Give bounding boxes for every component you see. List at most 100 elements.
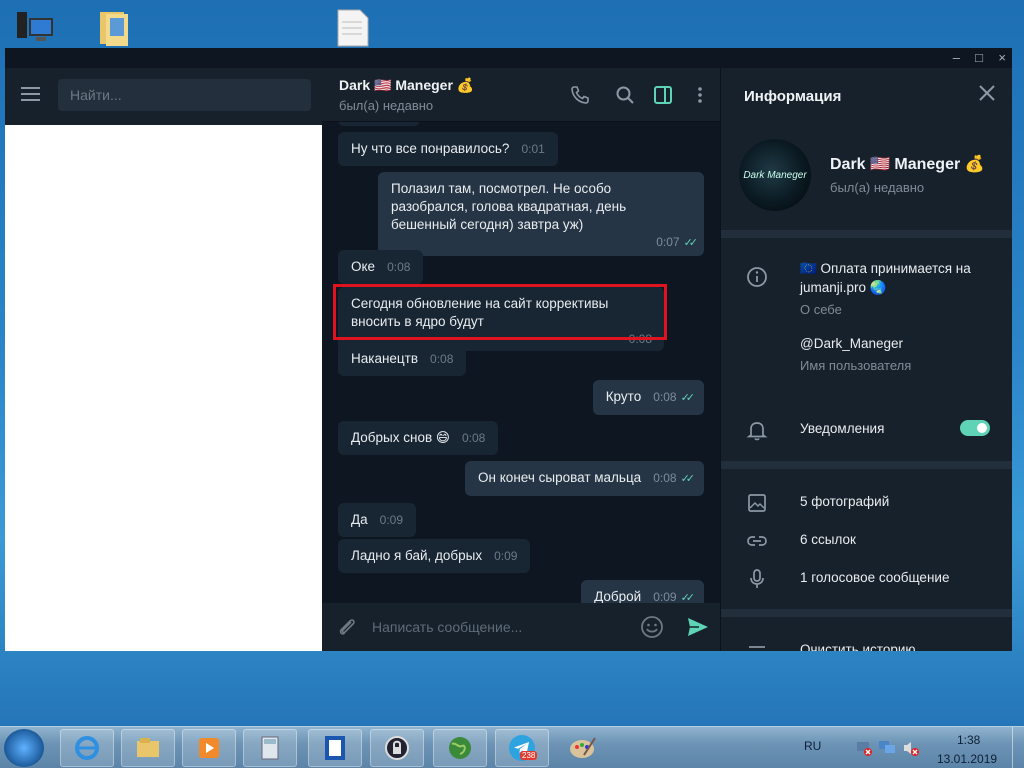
emoji-icon[interactable] bbox=[640, 615, 664, 639]
maximize-button[interactable]: □ bbox=[975, 50, 983, 66]
avatar[interactable]: Dark Maneger bbox=[739, 139, 811, 211]
info-icon bbox=[747, 267, 767, 287]
message-bubble[interactable]: Ладно я бай, добрых 0:09 bbox=[338, 539, 531, 573]
clock-time[interactable]: 1:38 bbox=[957, 733, 980, 747]
media-player-button[interactable] bbox=[182, 729, 236, 767]
notifications-toggle[interactable] bbox=[960, 420, 990, 436]
palette-icon bbox=[570, 737, 596, 758]
message-bubble[interactable]: Да 0:09 bbox=[338, 503, 417, 537]
language-indicator[interactable]: RU bbox=[804, 739, 821, 753]
message-bubble[interactable]: Полазил там, посмотрел. Не особо разобра… bbox=[378, 172, 704, 256]
read-check-icon: ✓✓ bbox=[680, 392, 696, 404]
chat-title[interactable]: Dark 🇺🇸 Maneger 💰 bbox=[339, 77, 474, 94]
message-text: Добрых снов 😄 bbox=[351, 430, 450, 445]
close-icon[interactable] bbox=[978, 84, 996, 102]
app-button-3[interactable] bbox=[433, 729, 487, 767]
microphone-icon bbox=[750, 569, 764, 588]
message-input[interactable] bbox=[372, 615, 622, 639]
photo-icon bbox=[748, 494, 766, 512]
internet-explorer-icon bbox=[75, 736, 99, 760]
calculator-button[interactable] bbox=[243, 729, 297, 767]
message-time: 0:08 bbox=[653, 390, 677, 404]
chat-list bbox=[5, 125, 322, 651]
network-warning-icon[interactable] bbox=[855, 739, 873, 757]
message-text: Да bbox=[351, 512, 368, 527]
app-button-2[interactable] bbox=[370, 729, 424, 767]
message-text: Оке bbox=[351, 259, 376, 274]
message-time: 0:07 bbox=[656, 235, 680, 249]
voice-messages-link[interactable]: 1 голосовое сообщение bbox=[800, 570, 949, 585]
send-icon[interactable] bbox=[686, 615, 710, 639]
red-highlight-box bbox=[333, 284, 667, 340]
paint-app-button[interactable] bbox=[568, 733, 598, 763]
message-text: Ну что все понравилось? bbox=[351, 141, 510, 156]
message-list: Ну что все понравилось? 0:01 Полазил там,… bbox=[322, 122, 720, 603]
message-time: 0:09 bbox=[494, 549, 518, 563]
search-icon[interactable] bbox=[615, 85, 635, 105]
message-text: Ладно я бай, добрых bbox=[351, 548, 483, 563]
clock-date[interactable]: 13.01.2019 bbox=[937, 752, 997, 766]
message-bubble[interactable]: Круто 0:08 ✓✓ bbox=[592, 380, 704, 415]
display-icon[interactable] bbox=[878, 739, 896, 757]
menu-icon[interactable] bbox=[21, 87, 40, 102]
links-link[interactable]: 6 ссылок bbox=[800, 532, 856, 547]
computer-icon[interactable] bbox=[14, 8, 54, 48]
message-time: 0:08 bbox=[430, 352, 454, 366]
chat-list-panel bbox=[5, 68, 322, 651]
app-button-1[interactable] bbox=[308, 729, 362, 767]
profile-name: Dark 🇺🇸 Maneger 💰 bbox=[830, 156, 985, 173]
bio-text-line1: 🇪🇺 Оплата принимается на bbox=[800, 261, 971, 276]
read-check-icon: ✓✓ bbox=[680, 473, 696, 485]
message-text: Круто bbox=[605, 389, 642, 404]
folder-icon[interactable] bbox=[94, 8, 134, 48]
message-bubble[interactable]: Доброй 0:09 ✓✓ bbox=[581, 580, 704, 603]
text-file-icon[interactable] bbox=[332, 8, 372, 48]
globe-icon bbox=[449, 737, 471, 759]
info-header: Информация bbox=[721, 68, 1012, 124]
message-text: Он конеч сыроват мальца bbox=[478, 470, 642, 485]
close-window-button[interactable]: × bbox=[998, 50, 1006, 66]
read-check-icon: ✓✓ bbox=[683, 237, 699, 249]
minimize-button[interactable]: – bbox=[953, 50, 960, 66]
section-divider bbox=[721, 230, 1012, 238]
message-composer bbox=[322, 603, 720, 651]
photos-link[interactable]: 5 фотографий bbox=[800, 494, 889, 509]
sidebar-toggle-icon[interactable] bbox=[653, 85, 673, 105]
left-panel-header bbox=[5, 68, 322, 125]
internet-explorer-button[interactable] bbox=[60, 729, 114, 767]
show-desktop-button[interactable] bbox=[1012, 727, 1024, 768]
calculator-icon bbox=[261, 736, 279, 760]
message-bubble[interactable]: Оке 0:08 bbox=[338, 250, 424, 284]
folder-icon bbox=[137, 738, 159, 757]
window-titlebar: – □ × bbox=[5, 48, 1012, 68]
taskbar: 238 RU 1:38 13.01.2019 bbox=[0, 726, 1024, 768]
message-time: 0:09 bbox=[379, 513, 404, 527]
message-bubble bbox=[338, 122, 420, 126]
lock-icon bbox=[385, 736, 409, 760]
chat-panel: Dark 🇺🇸 Maneger 💰 был(а) недавно Ну что … bbox=[322, 68, 720, 651]
more-options-icon[interactable] bbox=[690, 85, 710, 105]
message-text: Доброй bbox=[594, 589, 642, 603]
explorer-button[interactable] bbox=[121, 729, 175, 767]
profile-status: был(а) недавно bbox=[830, 180, 925, 195]
message-bubble[interactable]: Он конеч сыроват мальца 0:08 ✓✓ bbox=[465, 461, 704, 496]
start-button[interactable] bbox=[4, 729, 44, 767]
volume-muted-icon[interactable] bbox=[902, 739, 920, 757]
attach-icon[interactable] bbox=[336, 616, 358, 638]
message-bubble[interactable]: Наканецтв 0:08 bbox=[338, 342, 467, 376]
section-divider bbox=[721, 609, 1012, 617]
list-icon bbox=[749, 646, 765, 648]
bio-text-line2[interactable]: jumanji.pro 🌏 bbox=[800, 280, 887, 296]
message-bubble[interactable]: Ну что все понравилось? 0:01 bbox=[338, 132, 558, 166]
clear-history-button[interactable]: Очистить историю bbox=[800, 642, 916, 651]
section-divider bbox=[721, 461, 1012, 469]
info-panel: Информация Dark Maneger Dark 🇺🇸 Maneger … bbox=[720, 68, 1012, 651]
info-title: Информация bbox=[744, 88, 842, 105]
username[interactable]: @Dark_Maneger bbox=[800, 336, 903, 351]
link-icon bbox=[747, 536, 767, 546]
telegram-taskbar-button[interactable] bbox=[495, 729, 549, 767]
search-input[interactable] bbox=[58, 79, 311, 111]
phone-icon[interactable] bbox=[570, 85, 590, 105]
message-bubble[interactable]: Добрых снов 😄 0:08 bbox=[338, 421, 499, 455]
message-text: Наканецтв bbox=[351, 351, 419, 366]
